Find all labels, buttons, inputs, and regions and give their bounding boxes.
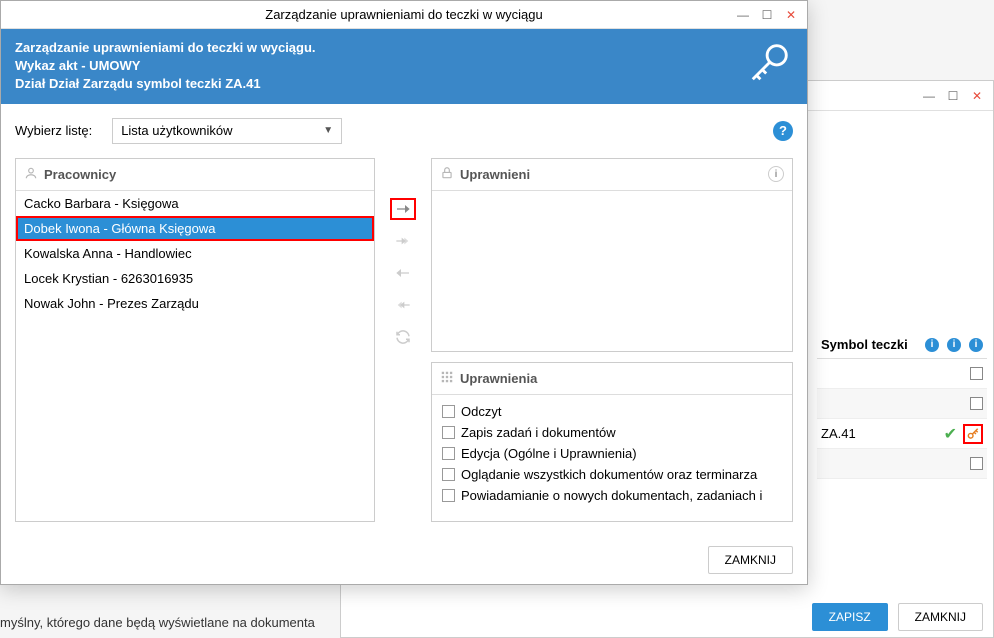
help-icon[interactable]: ?: [773, 121, 793, 141]
arrow-left-all-icon[interactable]: [390, 294, 416, 316]
table-row: ZA.41 ✔: [817, 419, 987, 449]
lock-icon: [440, 166, 454, 183]
cell-symbol: ZA.41: [821, 426, 923, 441]
permission-item[interactable]: Oglądanie wszystkich dokumentów oraz ter…: [432, 464, 792, 485]
grid-icon: [440, 370, 454, 387]
bg-footer: ZAPISZ ZAMKNIJ: [812, 603, 983, 631]
checkbox[interactable]: [442, 447, 455, 460]
save-button[interactable]: ZAPISZ: [812, 603, 888, 631]
permission-item[interactable]: Odczyt: [432, 401, 792, 422]
list-item[interactable]: Nowak John - Prezes Zarządu: [16, 291, 374, 316]
table-row: [817, 389, 987, 419]
permission-item[interactable]: Powiadamianie o nowych dokumentach, zada…: [432, 485, 792, 506]
table-row: [817, 359, 987, 389]
close-icon[interactable]: ✕: [781, 6, 801, 24]
arrow-left-icon[interactable]: [390, 262, 416, 284]
modal-titlebar: Zarządzanie uprawnieniami do teczki w wy…: [1, 1, 807, 29]
minimize-icon[interactable]: —: [733, 6, 753, 24]
key-icon[interactable]: [963, 424, 983, 444]
col-symbol: Symbol teczki: [817, 333, 912, 356]
select-value: Lista użytkowników: [121, 123, 232, 138]
header-line: Zarządzanie uprawnieniami do teczki w wy…: [15, 39, 316, 57]
arrows-column: [385, 158, 421, 522]
modal-title: Zarządzanie uprawnieniami do teczki w wy…: [265, 7, 542, 22]
info-icon[interactable]: i: [925, 338, 939, 352]
panel-header: Pracownicy: [16, 159, 374, 191]
permissions-panel: Uprawnienia Odczyt Zapis zadań i dokumen…: [431, 362, 793, 522]
panel-header: Uprawnienia: [432, 363, 792, 395]
checkbox[interactable]: [442, 468, 455, 481]
list-item[interactable]: Locek Krystian - 6263016935: [16, 266, 374, 291]
select-label: Wybierz listę:: [15, 123, 92, 138]
list-item[interactable]: Kowalska Anna - Handlowiec: [16, 241, 374, 266]
perm-label: Odczyt: [461, 404, 501, 419]
panel-title: Pracownicy: [44, 167, 116, 182]
perm-label: Edycja (Ogólne i Uprawnienia): [461, 446, 637, 461]
authorized-panel: Uprawnieni i: [431, 158, 793, 352]
modal-main: Pracownicy Cacko Barbara - Księgowa Dobe…: [15, 158, 793, 522]
bg-table: Symbol teczki i i i ZA.41 ✔: [817, 331, 987, 479]
modal-header: Zarządzanie uprawnieniami do teczki w wy…: [1, 29, 807, 104]
refresh-icon[interactable]: [390, 326, 416, 348]
perm-label: Zapis zadań i dokumentów: [461, 425, 616, 440]
checkbox[interactable]: [442, 405, 455, 418]
key-icon: [747, 39, 793, 88]
row-select: Wybierz listę: Lista użytkowników ▼ ?: [15, 118, 793, 144]
person-icon: [24, 166, 38, 183]
list-item[interactable]: Dobek Iwona - Główna Księgowa: [16, 216, 374, 241]
permissions-modal: Zarządzanie uprawnieniami do teczki w wy…: [0, 0, 808, 585]
permissions-list: Odczyt Zapis zadań i dokumentów Edycja (…: [432, 395, 792, 521]
modal-body: Wybierz listę: Lista użytkowników ▼ ? Pr…: [1, 104, 807, 536]
table-row: [817, 449, 987, 479]
info-icon[interactable]: i: [768, 166, 784, 182]
arrow-right-all-icon[interactable]: [390, 230, 416, 252]
info-icon[interactable]: i: [947, 338, 961, 352]
close-button[interactable]: ZAMKNIJ: [898, 603, 983, 631]
panel-header: Uprawnieni i: [432, 159, 792, 191]
permission-item[interactable]: Zapis zadań i dokumentów: [432, 422, 792, 443]
panel-title: Uprawnienia: [460, 371, 537, 386]
arrow-right-icon[interactable]: [390, 198, 416, 220]
employees-list: Cacko Barbara - Księgowa Dobek Iwona - G…: [16, 191, 374, 521]
list-item[interactable]: Cacko Barbara - Księgowa: [16, 191, 374, 216]
header-line: Wykaz akt - UMOWY: [15, 57, 316, 75]
close-button[interactable]: ZAMKNIJ: [708, 546, 793, 574]
right-panels: Uprawnieni i Uprawnienia Odczyt Zapis za…: [431, 158, 793, 522]
maximize-icon[interactable]: ☐: [757, 6, 777, 24]
checkbox[interactable]: [970, 457, 983, 470]
checkbox[interactable]: [970, 367, 983, 380]
modal-header-text: Zarządzanie uprawnieniami do teczki w wy…: [15, 39, 316, 94]
authorized-list: [432, 191, 792, 351]
maximize-icon[interactable]: ☐: [943, 87, 963, 105]
perm-label: Oglądanie wszystkich dokumentów oraz ter…: [461, 467, 757, 482]
info-icon[interactable]: i: [969, 338, 983, 352]
chevron-down-icon: ▼: [323, 125, 333, 136]
minimize-icon[interactable]: —: [919, 87, 939, 105]
checkbox[interactable]: [970, 397, 983, 410]
list-select[interactable]: Lista użytkowników ▼: [112, 118, 342, 144]
modal-footer: ZAMKNIJ: [1, 536, 807, 584]
bg-table-header: Symbol teczki i i i: [817, 331, 987, 359]
perm-label: Powiadamianie o nowych dokumentach, zada…: [461, 488, 762, 503]
employees-panel: Pracownicy Cacko Barbara - Księgowa Dobe…: [15, 158, 375, 522]
panel-title: Uprawnieni: [460, 167, 530, 182]
permission-item[interactable]: Edycja (Ogólne i Uprawnienia): [432, 443, 792, 464]
checkbox[interactable]: [442, 426, 455, 439]
header-line: Dział Dział Zarządu symbol teczki ZA.41: [15, 75, 316, 93]
check-icon: ✔: [944, 424, 957, 444]
footer-note: myślny, którego dane będą wyświetlane na…: [0, 615, 315, 630]
checkbox[interactable]: [442, 489, 455, 502]
close-icon[interactable]: ✕: [967, 87, 987, 105]
